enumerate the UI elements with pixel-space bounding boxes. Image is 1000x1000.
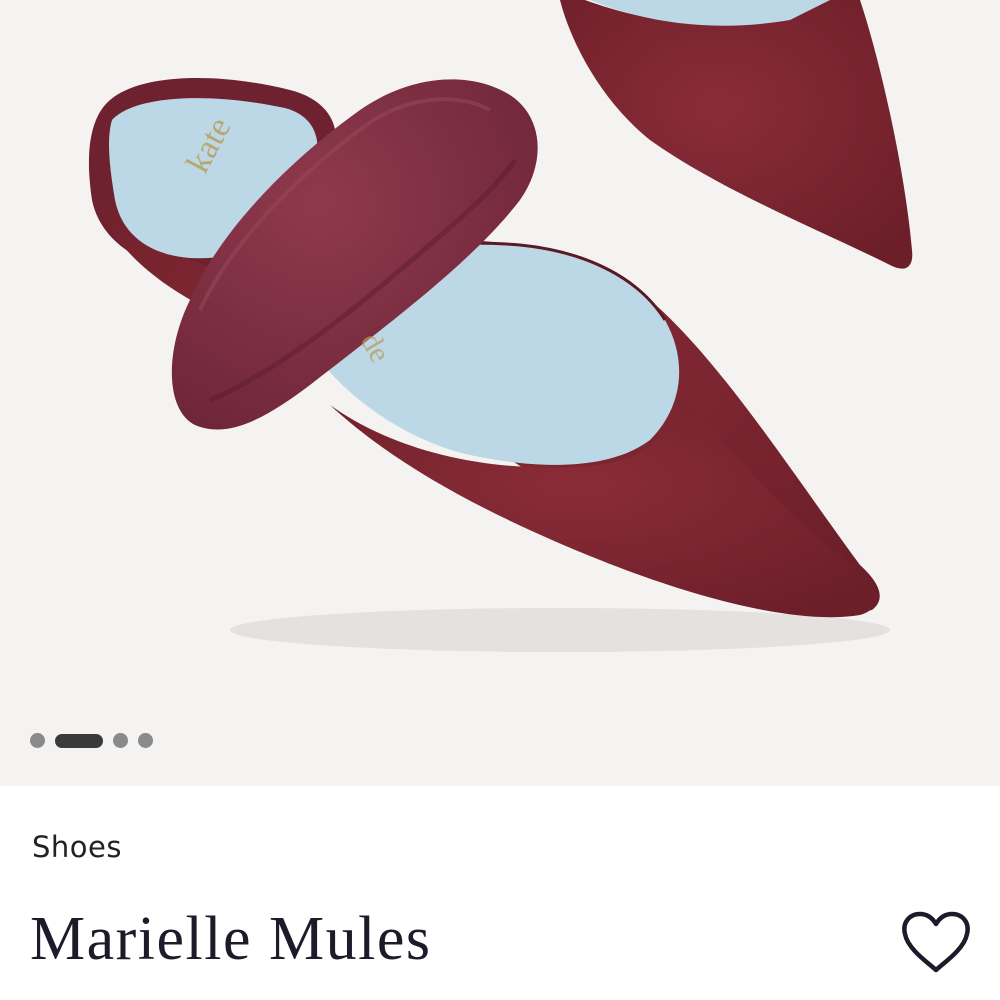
wishlist-button[interactable]: [900, 910, 972, 976]
product-image-gallery[interactable]: kate de: [0, 0, 1000, 786]
carousel-dot[interactable]: [113, 733, 128, 748]
product-image: kate de: [88, 0, 913, 652]
product-title: Marielle Mules: [30, 905, 432, 973]
product-category[interactable]: Shoes: [32, 830, 122, 864]
carousel-indicator[interactable]: [30, 733, 153, 748]
heart-outline-icon: [902, 911, 970, 973]
carousel-dot[interactable]: [30, 733, 45, 748]
carousel-dot[interactable]: [138, 733, 153, 748]
carousel-dot-active[interactable]: [55, 733, 103, 748]
